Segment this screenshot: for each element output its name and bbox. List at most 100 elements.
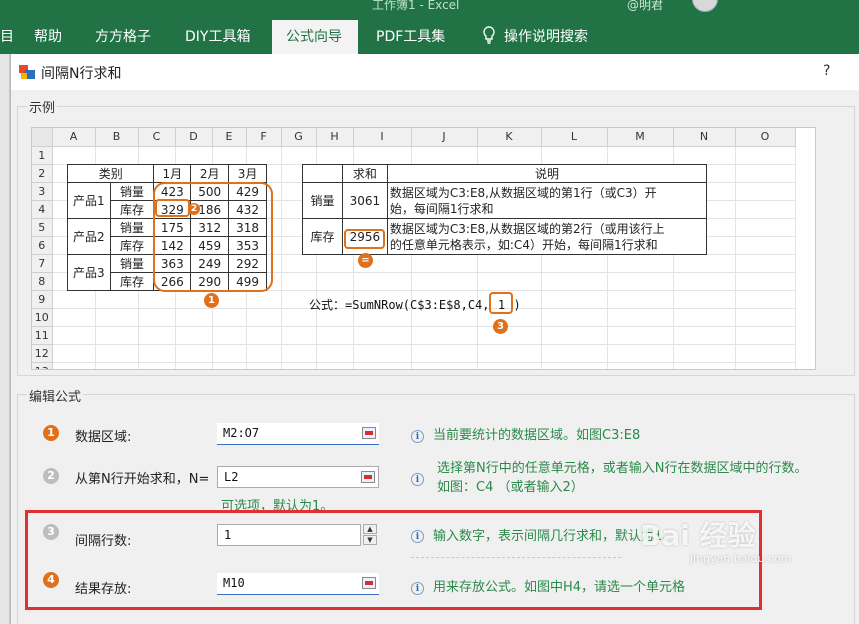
- grid-cell[interactable]: [52, 362, 96, 369]
- grid-cell[interactable]: [735, 164, 796, 183]
- grid-cell[interactable]: [735, 200, 796, 219]
- grid-cell[interactable]: [175, 362, 213, 369]
- grid-cell[interactable]: [607, 254, 674, 273]
- grid-cell[interactable]: [52, 326, 96, 345]
- grid-cell[interactable]: [673, 290, 736, 309]
- grid-cell[interactable]: [477, 326, 542, 345]
- grid-cell[interactable]: [607, 344, 674, 363]
- grid-cell[interactable]: [477, 344, 542, 363]
- tell-me-search[interactable]: 操作说明搜索: [468, 20, 602, 54]
- grid-cell[interactable]: [138, 326, 176, 345]
- grid-cell[interactable]: [735, 326, 796, 345]
- row-header[interactable]: 11: [32, 326, 53, 345]
- user-name[interactable]: @明君: [627, 0, 663, 13]
- grid-cell[interactable]: [52, 308, 96, 327]
- row-header[interactable]: 4: [32, 200, 53, 219]
- grid-cell[interactable]: [607, 272, 674, 291]
- grid-cell[interactable]: [477, 146, 542, 165]
- start-row-input[interactable]: L2: [217, 466, 379, 488]
- grid-cell[interactable]: [138, 344, 176, 363]
- grid-cell[interactable]: [735, 290, 796, 309]
- grid-cell[interactable]: [281, 362, 317, 369]
- column-header[interactable]: G: [281, 128, 317, 147]
- grid-cell[interactable]: [95, 326, 139, 345]
- grid-cell[interactable]: [212, 344, 247, 363]
- column-header[interactable]: J: [411, 128, 478, 147]
- grid-cell[interactable]: [52, 290, 96, 309]
- grid-cell[interactable]: [212, 146, 247, 165]
- grid-cell[interactable]: [353, 146, 412, 165]
- grid-cell[interactable]: [735, 182, 796, 201]
- grid-cell[interactable]: [541, 326, 608, 345]
- grid-cell[interactable]: [316, 254, 354, 273]
- grid-cell[interactable]: [541, 146, 608, 165]
- grid-corner[interactable]: [32, 128, 53, 147]
- grid-cell[interactable]: [735, 218, 796, 237]
- tab-pdf-tools[interactable]: PDF工具集: [362, 20, 459, 54]
- column-header[interactable]: N: [673, 128, 736, 147]
- grid-cell[interactable]: [246, 362, 282, 369]
- column-header[interactable]: H: [316, 128, 354, 147]
- grid-cell[interactable]: [735, 362, 796, 369]
- grid-cell[interactable]: [353, 362, 412, 369]
- grid-cell[interactable]: [316, 272, 354, 291]
- grid-cell[interactable]: [477, 362, 542, 369]
- grid-cell[interactable]: [541, 308, 608, 327]
- grid-cell[interactable]: [175, 326, 213, 345]
- grid-cell[interactable]: [477, 272, 542, 291]
- grid-cell[interactable]: [411, 254, 478, 273]
- grid-cell[interactable]: [175, 308, 213, 327]
- row-header[interactable]: 1: [32, 146, 53, 165]
- grid-cell[interactable]: [212, 308, 247, 327]
- grid-cell[interactable]: [735, 254, 796, 273]
- grid-cell[interactable]: [673, 362, 736, 369]
- grid-cell[interactable]: [138, 290, 176, 309]
- grid-cell[interactable]: [607, 308, 674, 327]
- grid-cell[interactable]: [316, 362, 354, 369]
- grid-cell[interactable]: [138, 308, 176, 327]
- row-header[interactable]: 12: [32, 344, 53, 363]
- grid-cell[interactable]: [477, 254, 542, 273]
- grid-cell[interactable]: [411, 344, 478, 363]
- grid-cell[interactable]: [353, 326, 412, 345]
- grid-cell[interactable]: [212, 326, 247, 345]
- grid-cell[interactable]: [607, 290, 674, 309]
- help-button[interactable]: ?: [823, 63, 830, 79]
- row-header[interactable]: 10: [32, 308, 53, 327]
- column-header[interactable]: E: [212, 128, 247, 147]
- grid-cell[interactable]: [607, 146, 674, 165]
- grid-cell[interactable]: [281, 344, 317, 363]
- grid-cell[interactable]: [353, 272, 412, 291]
- grid-cell[interactable]: [246, 326, 282, 345]
- row-header[interactable]: 5: [32, 218, 53, 237]
- grid-cell[interactable]: [246, 344, 282, 363]
- row-header[interactable]: 2: [32, 164, 53, 183]
- grid-cell[interactable]: [735, 236, 796, 255]
- grid-cell[interactable]: [541, 290, 608, 309]
- grid-cell[interactable]: [316, 146, 354, 165]
- grid-cell[interactable]: [353, 344, 412, 363]
- column-header[interactable]: F: [246, 128, 282, 147]
- column-header[interactable]: C: [138, 128, 176, 147]
- grid-cell[interactable]: [735, 272, 796, 291]
- row-header[interactable]: 6: [32, 236, 53, 255]
- column-header[interactable]: K: [477, 128, 542, 147]
- grid-cell[interactable]: [52, 146, 96, 165]
- grid-cell[interactable]: [138, 146, 176, 165]
- grid-cell[interactable]: [735, 308, 796, 327]
- tab-diy-toolbox[interactable]: DIY工具箱: [171, 20, 264, 54]
- column-header[interactable]: M: [607, 128, 674, 147]
- cell-picker-icon[interactable]: [361, 471, 375, 483]
- grid-cell[interactable]: [735, 146, 796, 165]
- grid-cell[interactable]: [541, 272, 608, 291]
- grid-cell[interactable]: [246, 308, 282, 327]
- grid-cell[interactable]: [52, 344, 96, 363]
- tab-fangfang[interactable]: 方方格子: [81, 20, 165, 54]
- avatar[interactable]: [692, 0, 718, 12]
- grid-cell[interactable]: [246, 290, 282, 309]
- grid-cell[interactable]: [246, 146, 282, 165]
- row-header[interactable]: 8: [32, 272, 53, 291]
- grid-cell[interactable]: [411, 146, 478, 165]
- column-header[interactable]: B: [95, 128, 139, 147]
- grid-cell[interactable]: [175, 344, 213, 363]
